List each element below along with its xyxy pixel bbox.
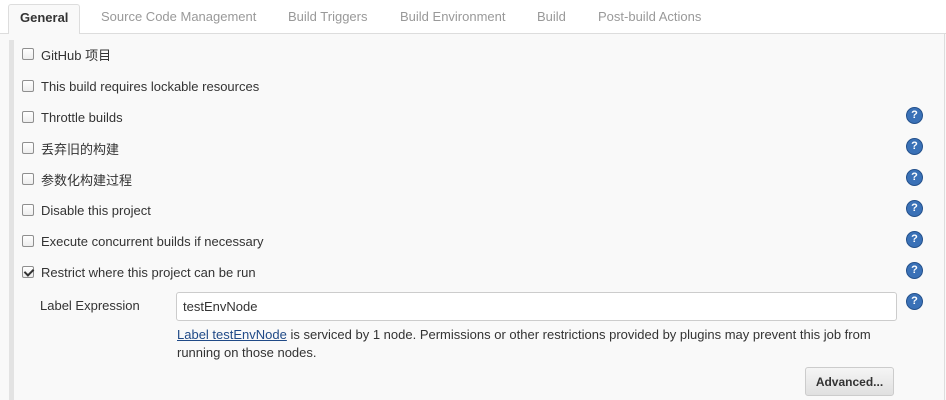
tab-general[interactable]: General xyxy=(8,4,81,35)
section-divider xyxy=(944,34,945,400)
option-label: Execute concurrent builds if necessary xyxy=(41,233,264,249)
option-label: Disable this project xyxy=(41,202,151,218)
general-section: GitHub 项目 This build requires lockable r… xyxy=(0,34,946,400)
checkbox[interactable] xyxy=(22,80,34,92)
tab-bar: General Source Code Management Build Tri… xyxy=(0,0,946,35)
help-icon[interactable]: ? xyxy=(906,169,923,186)
checkbox[interactable] xyxy=(22,48,34,60)
tab-build[interactable]: Build xyxy=(537,9,566,24)
checkbox[interactable] xyxy=(22,173,34,185)
option-restrict-where-run[interactable]: Restrict where this project can be run xyxy=(22,262,256,282)
checkbox[interactable] xyxy=(22,204,34,216)
help-icon[interactable]: ? xyxy=(906,293,923,310)
checkbox[interactable] xyxy=(22,111,34,123)
tab-post-build-actions[interactable]: Post-build Actions xyxy=(598,9,701,24)
section-border xyxy=(9,40,14,400)
tab-build-triggers[interactable]: Build Triggers xyxy=(288,9,367,24)
help-icon[interactable]: ? xyxy=(906,231,923,248)
option-concurrent-builds[interactable]: Execute concurrent builds if necessary xyxy=(22,231,264,251)
option-label: GitHub 项目 xyxy=(41,47,112,63)
option-label: Throttle builds xyxy=(41,109,123,125)
advanced-button[interactable]: Advanced... xyxy=(805,367,894,396)
help-icon[interactable]: ? xyxy=(906,200,923,217)
option-label: Restrict where this project can be run xyxy=(41,264,256,280)
help-icon[interactable]: ? xyxy=(906,107,923,124)
tab-build-environment[interactable]: Build Environment xyxy=(400,9,506,24)
option-discard-old-builds[interactable]: 丢弃旧的构建 xyxy=(22,138,119,158)
label-expression-info: Label testEnvNode is serviced by 1 node.… xyxy=(177,326,887,362)
label-expression-label: Label Expression xyxy=(40,298,140,313)
label-expression-input[interactable] xyxy=(176,292,897,321)
option-lockable-resources[interactable]: This build requires lockable resources xyxy=(22,76,259,96)
checkbox-checked[interactable] xyxy=(22,266,34,278)
label-link[interactable]: Label testEnvNode xyxy=(177,327,287,342)
option-parameterized-build[interactable]: 参数化构建过程 xyxy=(22,169,132,189)
option-throttle-builds[interactable]: Throttle builds xyxy=(22,107,123,127)
option-label: 参数化构建过程 xyxy=(41,172,133,188)
option-label: This build requires lockable resources xyxy=(41,78,260,94)
help-icon[interactable]: ? xyxy=(906,262,923,279)
option-disable-project[interactable]: Disable this project xyxy=(22,200,151,220)
tab-source-code-management[interactable]: Source Code Management xyxy=(101,9,256,24)
checkbox[interactable] xyxy=(22,235,34,247)
checkbox[interactable] xyxy=(22,142,34,154)
option-label: 丢弃旧的构建 xyxy=(41,141,120,157)
option-github-project[interactable]: GitHub 项目 xyxy=(22,44,111,64)
help-icon[interactable]: ? xyxy=(906,138,923,155)
